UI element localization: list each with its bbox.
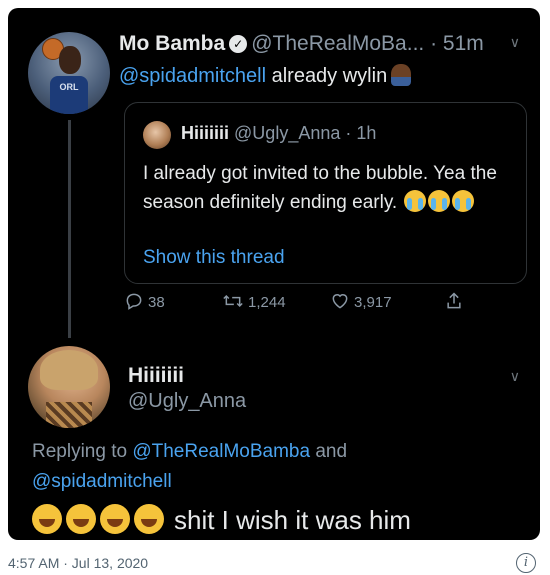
show-thread-link[interactable]: Show this thread (143, 247, 285, 269)
chevron-down-icon[interactable]: ∨ (510, 368, 520, 385)
avatar-head (59, 46, 81, 74)
reply-body: shit I wish it was him (174, 505, 411, 535)
retweet-button[interactable]: 1,244 (222, 291, 286, 311)
tweet-text: @spidadmitchell already wylin (119, 64, 412, 88)
avatar-hair (40, 350, 98, 390)
retweet-icon (223, 294, 243, 308)
like-count: 3,917 (354, 294, 392, 311)
avatar[interactable] (28, 346, 110, 428)
display-name: Hiiiiiii (181, 123, 230, 143)
replying-and: and (310, 441, 348, 462)
crying-emoji-icon (428, 190, 451, 212)
jersey: ORL (50, 76, 88, 114)
retweet-count: 1,244 (248, 294, 286, 311)
verified-icon: ✓ (229, 35, 248, 53)
person-emoji-icon (391, 64, 412, 86)
reply-icon (126, 293, 142, 310)
avatar-clothing (46, 402, 92, 428)
user-handle[interactable]: @Ugly_Anna (128, 390, 246, 413)
user-handle[interactable]: @TheRealMoBa... (251, 32, 424, 55)
crying-emoji-icon (452, 190, 475, 212)
replying-label: Replying to (32, 441, 133, 462)
display-name[interactable]: Hiiiiiii (128, 364, 184, 388)
reply-button[interactable]: 38 (124, 291, 165, 311)
share-button[interactable] (444, 291, 468, 311)
quoted-tweet[interactable]: Hiiiiiii @Ugly_Anna · 1h I already got i… (124, 102, 527, 284)
reply-count: 38 (148, 294, 165, 311)
tweet-time[interactable]: 51m (443, 32, 484, 55)
mention-link[interactable]: @spidadmitchell (119, 65, 266, 87)
info-icon[interactable]: i (516, 553, 536, 573)
crying-emoji-icon (404, 190, 427, 212)
like-button[interactable]: 3,917 (330, 291, 392, 311)
thread-line (68, 120, 71, 338)
mention-link[interactable]: @TheRealMoBamba (132, 441, 310, 462)
laughing-emoji-icon (32, 504, 62, 534)
tweet-actions: 38 1,244 3,917 (124, 291, 484, 317)
tweet-time: 1h (356, 123, 377, 143)
laughing-emoji-icon (66, 504, 96, 534)
tweet-body: already wylin (266, 65, 388, 87)
laughing-emoji-icon (134, 504, 164, 534)
display-name[interactable]: Mo Bamba (119, 32, 225, 55)
share-icon (447, 292, 461, 309)
quoted-tweet-text: I already got invited to the bubble. Yea… (143, 159, 523, 217)
mention-link[interactable]: @spidadmitchell (32, 471, 172, 492)
tweet-screenshot: ORL Mo Bamba ✓ @TheRealMoBa... · 51m ∨ @sp… (8, 8, 540, 540)
quoted-tweet-header: Hiiiiiii @Ugly_Anna · 1h (181, 123, 377, 143)
tweet-header: Mo Bamba ✓ @TheRealMoBa... · 51m (119, 32, 484, 55)
reply-text: shit I wish it was him (32, 504, 411, 536)
laughing-emoji-icon (100, 504, 130, 534)
heart-icon (332, 294, 348, 309)
replying-to: Replying to @TheRealMoBamba and @spidadm… (32, 437, 512, 497)
timestamp[interactable]: 4:57 AM · Jul 13, 2020 (8, 555, 148, 571)
user-handle: @Ugly_Anna (234, 123, 341, 143)
avatar (143, 121, 171, 149)
chevron-down-icon[interactable]: ∨ (510, 34, 520, 51)
avatar[interactable]: ORL (28, 32, 110, 114)
